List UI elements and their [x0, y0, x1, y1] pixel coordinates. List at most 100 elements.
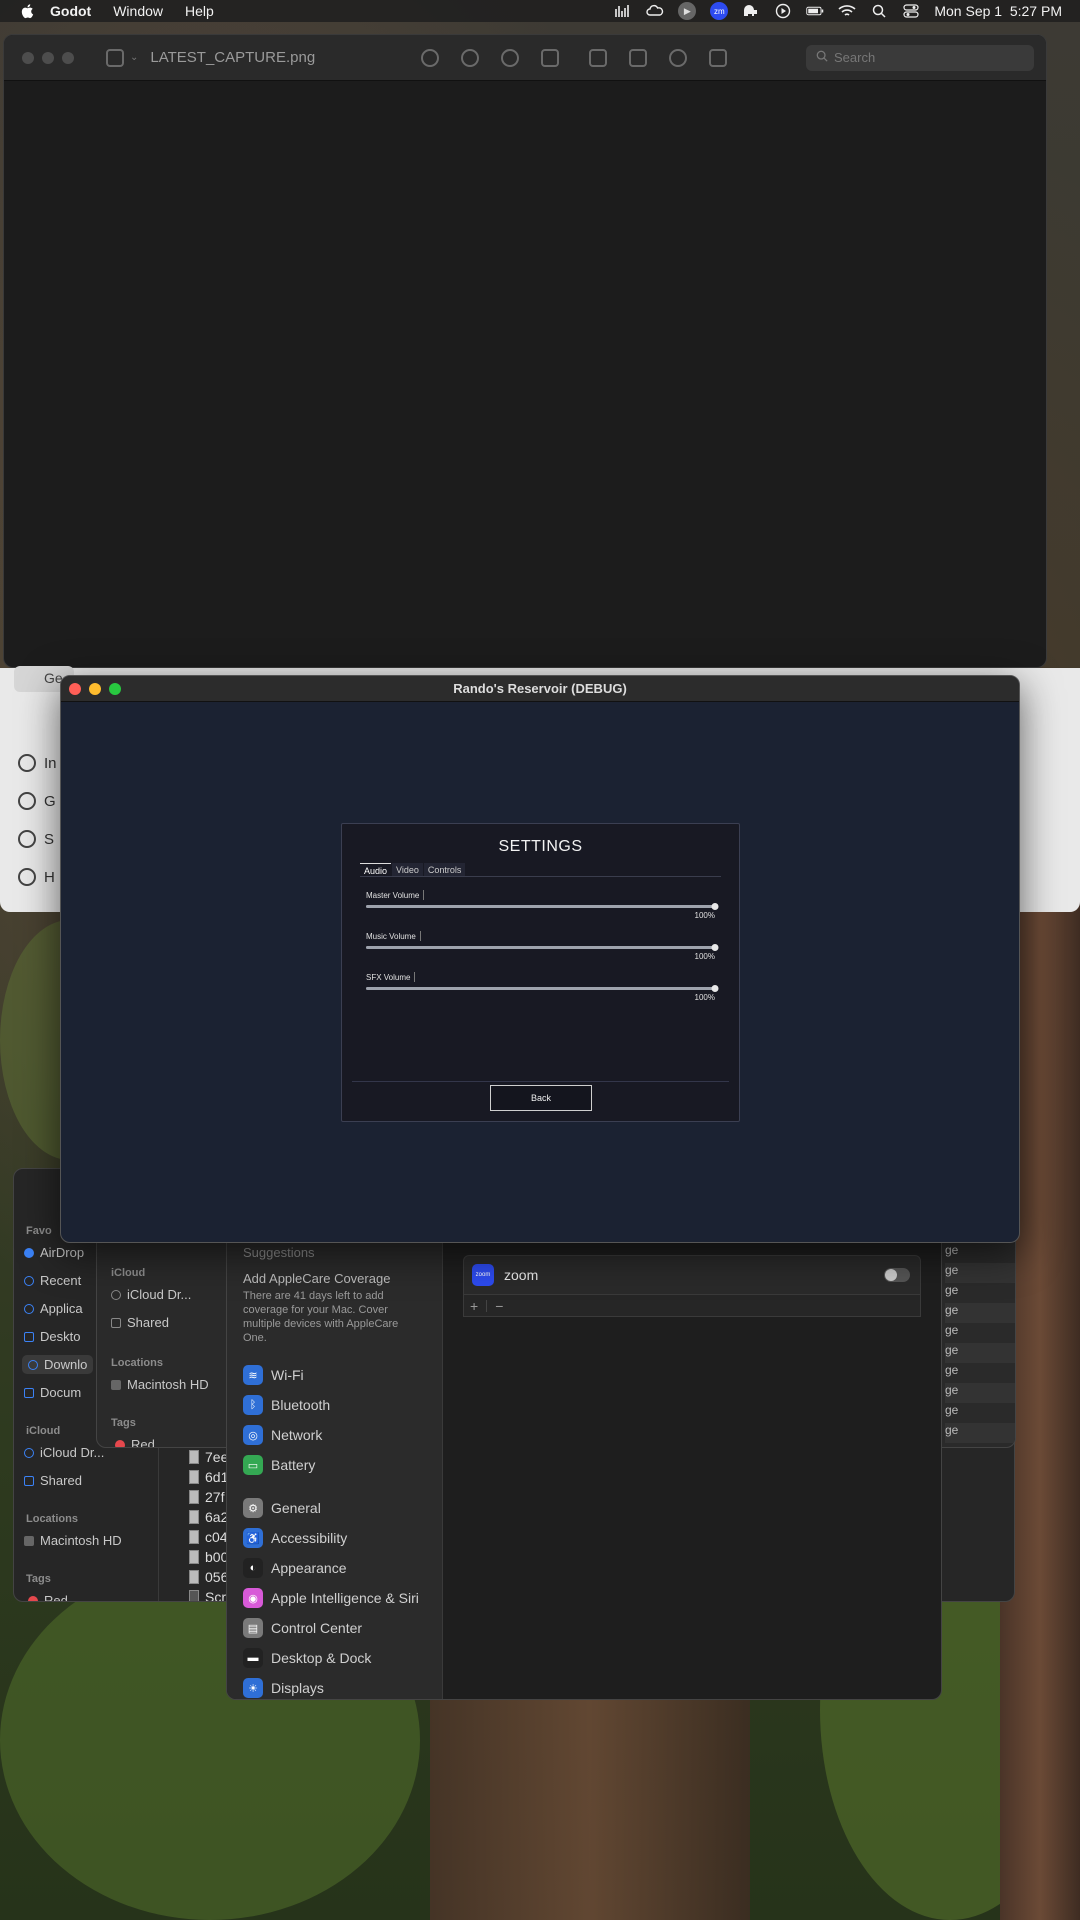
menu-app-name[interactable]: Godot [50, 3, 91, 19]
sidebar-item-icloud-drive[interactable]: iCloud Dr... [24, 1445, 104, 1460]
remove-button[interactable]: − [495, 1298, 503, 1314]
master-volume-label: Master Volume [366, 890, 420, 900]
sidebar-item-downloads[interactable]: Downlo [22, 1355, 94, 1374]
apple-menu-icon[interactable] [20, 3, 34, 19]
background-app-row[interactable]: H [18, 868, 55, 886]
tab-audio[interactable]: Audio [360, 863, 392, 876]
form-fill-icon[interactable] [709, 48, 728, 67]
wifi-icon[interactable] [838, 4, 856, 18]
sidebar-section-icloud: iCloud [111, 1267, 146, 1279]
age-cell: ge [945, 1283, 959, 1297]
zoom-menu-icon[interactable]: zm [710, 2, 729, 20]
close-button[interactable] [69, 682, 81, 695]
sidebar-section-favorites: Favo [26, 1225, 52, 1237]
slider-handle[interactable] [711, 944, 719, 951]
sidebar-item-airdrop[interactable]: AirDrop [24, 1245, 84, 1260]
settings-item-accessibility[interactable]: ♿ Accessibility [243, 1528, 347, 1548]
file-row[interactable]: 6a2 [189, 1509, 228, 1525]
master-volume-label-row: Master Volume [366, 890, 715, 900]
minimize-button[interactable] [42, 51, 54, 64]
file-row[interactable]: Scr [189, 1589, 226, 1601]
elephant-icon[interactable] [742, 4, 760, 18]
sidebar-item-shared[interactable]: Shared [24, 1473, 82, 1488]
zoom-in-icon[interactable] [501, 48, 520, 67]
file-row[interactable]: 7ee [189, 1449, 228, 1465]
settings-item-apple-intelligence-siri[interactable]: ◉ Apple Intelligence & Siri [243, 1588, 419, 1608]
age-cell: ge [945, 1403, 959, 1417]
file-thumbnail [189, 1490, 199, 1504]
zoom-permission-toggle[interactable] [884, 1268, 910, 1282]
background-app-row[interactable]: G [18, 792, 56, 810]
music-volume-setting: Music Volume 100% [366, 931, 719, 961]
file-row[interactable]: 6d1 [189, 1469, 228, 1485]
age-column: ge ge ge ge ge ge ge ge ge ge [945, 1243, 1015, 1443]
master-volume-slider[interactable] [366, 903, 719, 910]
sidebar-item-applications[interactable]: Applica [24, 1301, 83, 1316]
settings-item-control-center[interactable]: ▤ Control Center [243, 1618, 362, 1638]
slider-fill [366, 946, 715, 949]
search-icon[interactable] [870, 4, 888, 18]
settings-item-general[interactable]: ⚙ General [243, 1498, 321, 1518]
menu-window[interactable]: Window [113, 3, 163, 19]
zoom-button[interactable] [62, 51, 74, 64]
cloud-sync-icon[interactable] [646, 4, 664, 18]
sidebar-item-tag-red[interactable]: Red [115, 1437, 155, 1447]
markup-pen-icon[interactable] [589, 48, 608, 67]
rotate-icon[interactable] [629, 48, 648, 67]
slider-handle[interactable] [711, 903, 719, 910]
applecare-suggestion-title[interactable]: Add AppleCare Coverage [243, 1271, 390, 1286]
search-placeholder: Search [834, 50, 876, 65]
zoom-out-icon[interactable] [461, 48, 480, 67]
sidebar-item-macintosh-hd[interactable]: Macintosh HD [24, 1533, 122, 1548]
close-button[interactable] [22, 51, 34, 64]
background-app-row[interactable]: In [18, 754, 57, 772]
sidebar-item-shared[interactable]: Shared [111, 1315, 169, 1330]
chevron-down-icon[interactable]: ⌄ [130, 52, 138, 63]
settings-item-wifi[interactable]: ≋ Wi-Fi [243, 1365, 304, 1385]
stats-icon[interactable] [614, 4, 632, 18]
tab-controls[interactable]: Controls [423, 863, 466, 876]
suggestions-label: Suggestions [243, 1245, 315, 1260]
fullscreen-button[interactable] [109, 682, 121, 695]
play-circle-icon[interactable]: ▶ [678, 2, 697, 20]
sidebar-item-macintosh-hd[interactable]: Macintosh HD [111, 1377, 209, 1392]
music-volume-slider[interactable] [366, 944, 719, 951]
file-row[interactable]: 056 [189, 1569, 228, 1585]
background-app-row[interactable]: S [18, 830, 54, 848]
media-play-icon[interactable] [774, 3, 792, 19]
battery-icon: ▭ [243, 1455, 263, 1475]
add-button[interactable]: + [470, 1298, 478, 1314]
info-icon[interactable] [421, 48, 440, 67]
file-row[interactable]: c04 [189, 1529, 228, 1545]
sidebar-item-desktop[interactable]: Deskto [24, 1329, 80, 1344]
minimize-button[interactable] [89, 682, 101, 695]
file-row[interactable]: b00 [189, 1549, 228, 1565]
sfx-volume-slider[interactable] [366, 985, 719, 992]
search-field[interactable]: Search [806, 44, 1034, 71]
sidebar-toggle-icon[interactable] [106, 48, 124, 67]
tab-video[interactable]: Video [392, 863, 423, 876]
sfx-volume-value: 100% [694, 993, 715, 1002]
sidebar-item-recents[interactable]: Recent [24, 1273, 81, 1288]
airdrop-icon [24, 1247, 34, 1258]
sidebar-item-tag-red[interactable]: Red [28, 1593, 68, 1601]
settings-item-displays[interactable]: ☀ Displays [243, 1678, 324, 1698]
clock[interactable]: Mon Sep 1 5:27 PM [934, 3, 1062, 19]
share-icon[interactable] [541, 48, 560, 67]
slider-handle[interactable] [711, 985, 719, 992]
sidebar-item-documents[interactable]: Docum [24, 1385, 81, 1400]
control-center-icon[interactable] [902, 4, 920, 18]
annotate-icon[interactable] [669, 48, 688, 67]
battery-icon[interactable] [806, 4, 824, 18]
applications-icon [24, 1303, 34, 1314]
menu-help[interactable]: Help [185, 3, 214, 19]
file-row[interactable]: 27f [189, 1489, 224, 1505]
settings-item-battery[interactable]: ▭ Battery [243, 1455, 315, 1475]
sidebar-item-icloud-drive[interactable]: iCloud Dr... [111, 1287, 191, 1302]
text-caret [414, 972, 416, 982]
settings-item-desktop-dock[interactable]: ▬ Desktop & Dock [243, 1648, 371, 1668]
back-button[interactable]: Back [490, 1085, 592, 1111]
settings-item-appearance[interactable]: ◐ Appearance [243, 1558, 347, 1578]
settings-item-network[interactable]: ◎ Network [243, 1425, 322, 1445]
settings-item-bluetooth[interactable]: ᛒ Bluetooth [243, 1395, 330, 1415]
